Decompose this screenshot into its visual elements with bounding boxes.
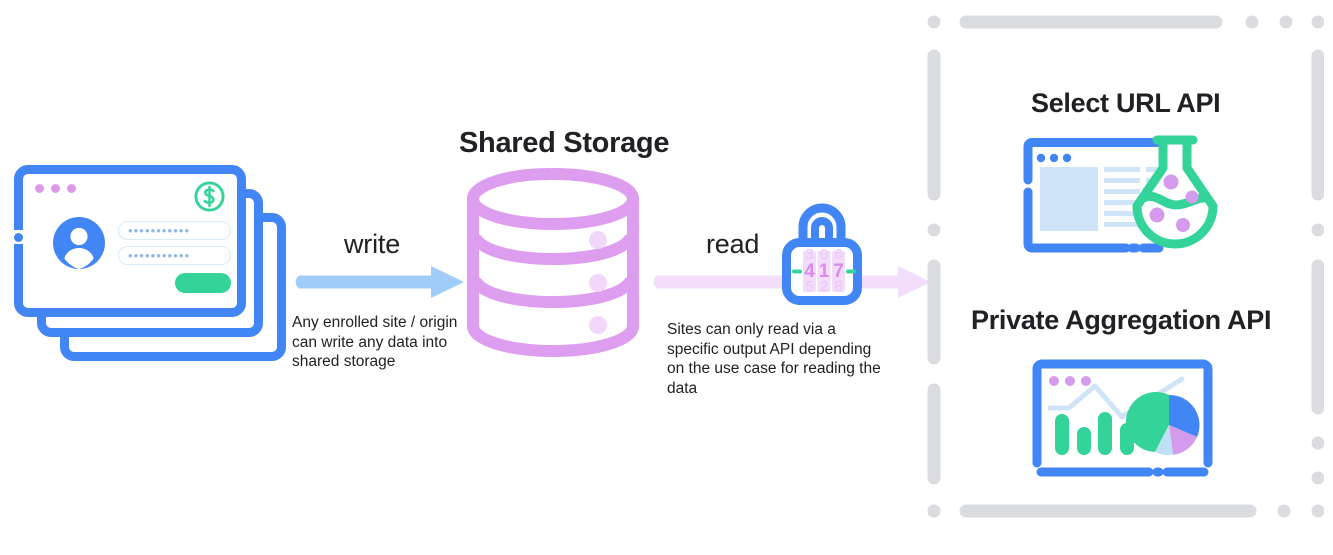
diagram-canvas: ••••••••••• ••••••••••• write Any enroll…	[0, 0, 1333, 555]
database-cylinder-icon	[467, 168, 639, 358]
user-avatar-icon	[53, 217, 105, 269]
password-field[interactable]: •••••••••••	[118, 246, 231, 265]
write-arrow-icon	[295, 266, 464, 298]
pie-chart	[1125, 392, 1200, 456]
private-aggregation-api-title: Private Aggregation API	[971, 305, 1272, 335]
username-field-value: •••••••••••	[128, 223, 191, 238]
dollar-circle-icon	[194, 181, 225, 212]
svg-text:2: 2	[820, 278, 828, 295]
browser-window-with-flask-icon	[1023, 135, 1218, 253]
browser-window-front: ••••••••••• •••••••••••	[14, 165, 246, 317]
svg-text:0: 0	[820, 246, 828, 263]
enrolled-sites-icon: ••••••••••• •••••••••••	[14, 165, 286, 365]
write-caption: Any enrolled site / origin can write any…	[292, 314, 458, 370]
read-caption: Sites can only read via a specific outpu…	[667, 321, 881, 397]
svg-text:8: 8	[834, 278, 842, 295]
combination-padlock-icon: 4 1 7 3 0 6 5 2 8	[782, 203, 862, 305]
analytics-dashboard-icon	[1032, 359, 1213, 477]
submit-button[interactable]	[175, 273, 231, 293]
svg-text:6: 6	[834, 246, 842, 263]
window-control-dots	[35, 184, 76, 193]
combination-digits: 4 1 7 3 0 6 5 2 8	[803, 246, 845, 295]
read-label: read	[706, 229, 760, 259]
write-label: write	[344, 229, 401, 259]
select-url-api-title: Select URL API	[1031, 88, 1221, 118]
svg-text:5: 5	[805, 278, 813, 295]
password-field-value: •••••••••••	[128, 248, 191, 263]
svg-text:3: 3	[805, 246, 813, 263]
shared-storage-title: Shared Storage	[459, 127, 670, 159]
username-field[interactable]: •••••••••••	[118, 221, 231, 240]
